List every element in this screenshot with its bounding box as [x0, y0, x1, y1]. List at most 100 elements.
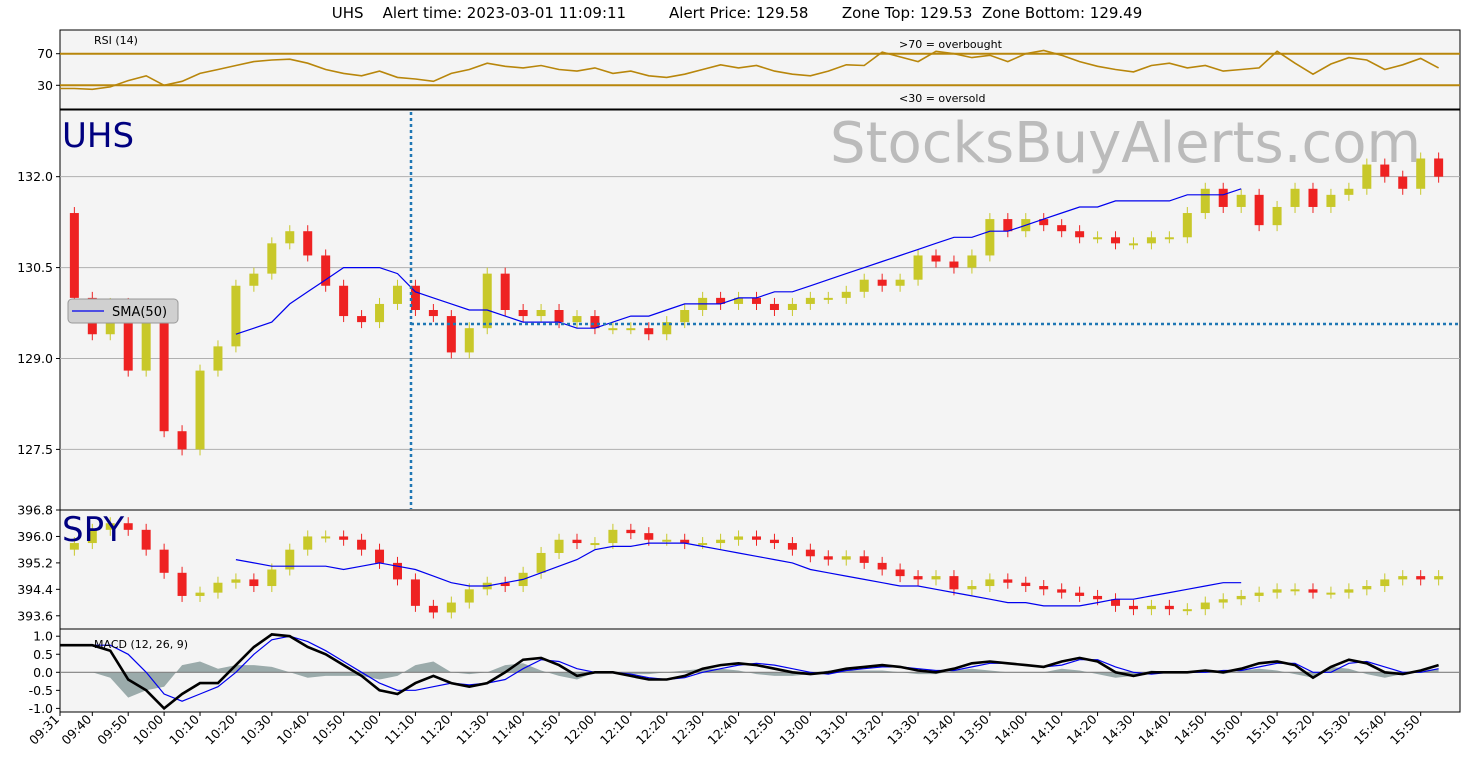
spy-candle: [339, 536, 349, 540]
time-tick-label: 13:30: [884, 712, 920, 748]
price-candle: [1218, 188, 1228, 207]
price-candle: [1128, 243, 1138, 246]
time-tick-label: 15:10: [1243, 712, 1279, 748]
price-candle: [931, 255, 941, 262]
price-ytick-label: 127.5: [17, 442, 53, 457]
spy-candle: [1272, 589, 1282, 593]
price-candle: [1236, 194, 1246, 207]
spy-candle: [1003, 579, 1013, 583]
spy-panel: 393.6 394.4 395.2 396.0 396.8 SPY: [17, 503, 1461, 630]
time-tick-label: 14:40: [1135, 712, 1171, 748]
spy-candle: [249, 579, 259, 587]
time-tick-label: 10:40: [274, 711, 310, 747]
price-candle: [1093, 237, 1103, 240]
price-panel: 127.5 129.0 130.5 132.0 StocksBuyAlerts.com…: [17, 109, 1461, 511]
price-candle: [1398, 176, 1408, 189]
time-tick-label: 14:30: [1100, 712, 1136, 748]
spy-candle: [410, 579, 420, 606]
spy-candle: [267, 569, 277, 587]
spy-candle: [1308, 589, 1318, 593]
spy-candle: [877, 562, 887, 570]
price-candle: [1434, 158, 1444, 177]
price-candle: [1326, 194, 1336, 207]
price-candle: [554, 310, 564, 323]
price-candle: [1164, 237, 1174, 240]
spy-candle: [1344, 589, 1354, 593]
time-tick-label: 11:50: [525, 711, 561, 747]
price-candle: [608, 328, 618, 331]
spy-label: SPY: [62, 510, 124, 550]
time-tick-label: 09:40: [58, 711, 94, 747]
price-candle: [249, 273, 259, 286]
spy-candle: [554, 539, 564, 553]
time-tick-label: 14:10: [1028, 712, 1064, 748]
spy-candle: [662, 539, 672, 542]
time-tick-label: 12:00: [561, 711, 597, 747]
spy-candle: [428, 605, 438, 613]
price-candle: [572, 316, 582, 323]
spy-candle: [464, 589, 474, 603]
spy-candle: [1057, 589, 1067, 593]
spy-candle: [1218, 599, 1228, 603]
price-candle: [536, 310, 546, 317]
time-tick-label: 15:00: [1207, 712, 1243, 748]
spy-candle: [1128, 605, 1138, 610]
stock-chart: 30 70 RSI (14) >70 = overbought <30 = ove…: [17, 29, 1461, 748]
spy-candle: [716, 539, 726, 544]
price-candle: [357, 316, 367, 323]
time-axis: 09:3109:40 09:50 10:00 10:10 10:20 10:30 10:40…: [26, 711, 1423, 747]
spy-candle: [769, 539, 779, 544]
time-tick-label: 12:20: [633, 711, 669, 747]
spy-candle: [1434, 576, 1444, 580]
price-candle: [913, 255, 923, 280]
time-tick-label: 13:20: [848, 712, 884, 748]
price-candle: [392, 285, 402, 304]
spy-candle: [536, 552, 546, 573]
price-candle: [805, 297, 815, 304]
price-candle: [1182, 213, 1192, 238]
spy-candle: [752, 536, 761, 540]
time-tick-label: 11:20: [417, 711, 453, 747]
spy-candle: [1236, 595, 1246, 600]
time-tick-label: 14:00: [992, 712, 1028, 748]
spy-candle: [159, 549, 169, 573]
time-tick-label: 11:30: [453, 711, 489, 747]
spy-candle: [231, 579, 241, 583]
macd-ytick-label: 1.0: [33, 629, 53, 644]
spy-candle: [787, 543, 797, 550]
price-candle: [1057, 225, 1067, 232]
time-tick-label: 10:20: [202, 711, 238, 747]
spy-candle: [734, 536, 744, 540]
spy-candle: [1398, 576, 1408, 580]
price-candle: [69, 213, 79, 298]
spy-candle: [1200, 602, 1210, 610]
price-ytick-label: 129.0: [17, 351, 53, 366]
watermark: StocksBuyAlerts.com: [830, 111, 1421, 176]
spy-ytick-label: 396.0: [17, 529, 53, 544]
price-candle: [841, 291, 851, 298]
spy-candle: [1039, 586, 1049, 590]
rsi-ytick-label: 70: [37, 46, 53, 61]
spy-candle: [931, 576, 941, 580]
price-candle: [949, 261, 959, 268]
time-tick-label: 14:20: [1064, 712, 1100, 748]
spy-candle: [626, 529, 636, 534]
price-candle: [1254, 194, 1264, 226]
price-candle: [787, 303, 797, 310]
price-candle: [159, 322, 169, 432]
price-candle: [375, 303, 385, 323]
price-ytick-label: 132.0: [17, 169, 53, 184]
time-tick-label: 11:40: [489, 711, 525, 747]
price-candle: [1111, 237, 1121, 244]
spy-candle: [1075, 592, 1085, 596]
price-candle: [482, 273, 492, 329]
spy-ytick-label: 393.6: [17, 608, 53, 623]
price-candle: [626, 328, 636, 331]
price-ytick-label: 130.5: [17, 260, 53, 275]
price-candle: [590, 316, 600, 329]
price-candle: [500, 273, 510, 310]
spy-candle: [590, 543, 600, 546]
time-tick-label: 12:10: [597, 711, 633, 747]
time-tick-label: 10:30: [238, 711, 274, 747]
spy-candle: [177, 572, 187, 596]
